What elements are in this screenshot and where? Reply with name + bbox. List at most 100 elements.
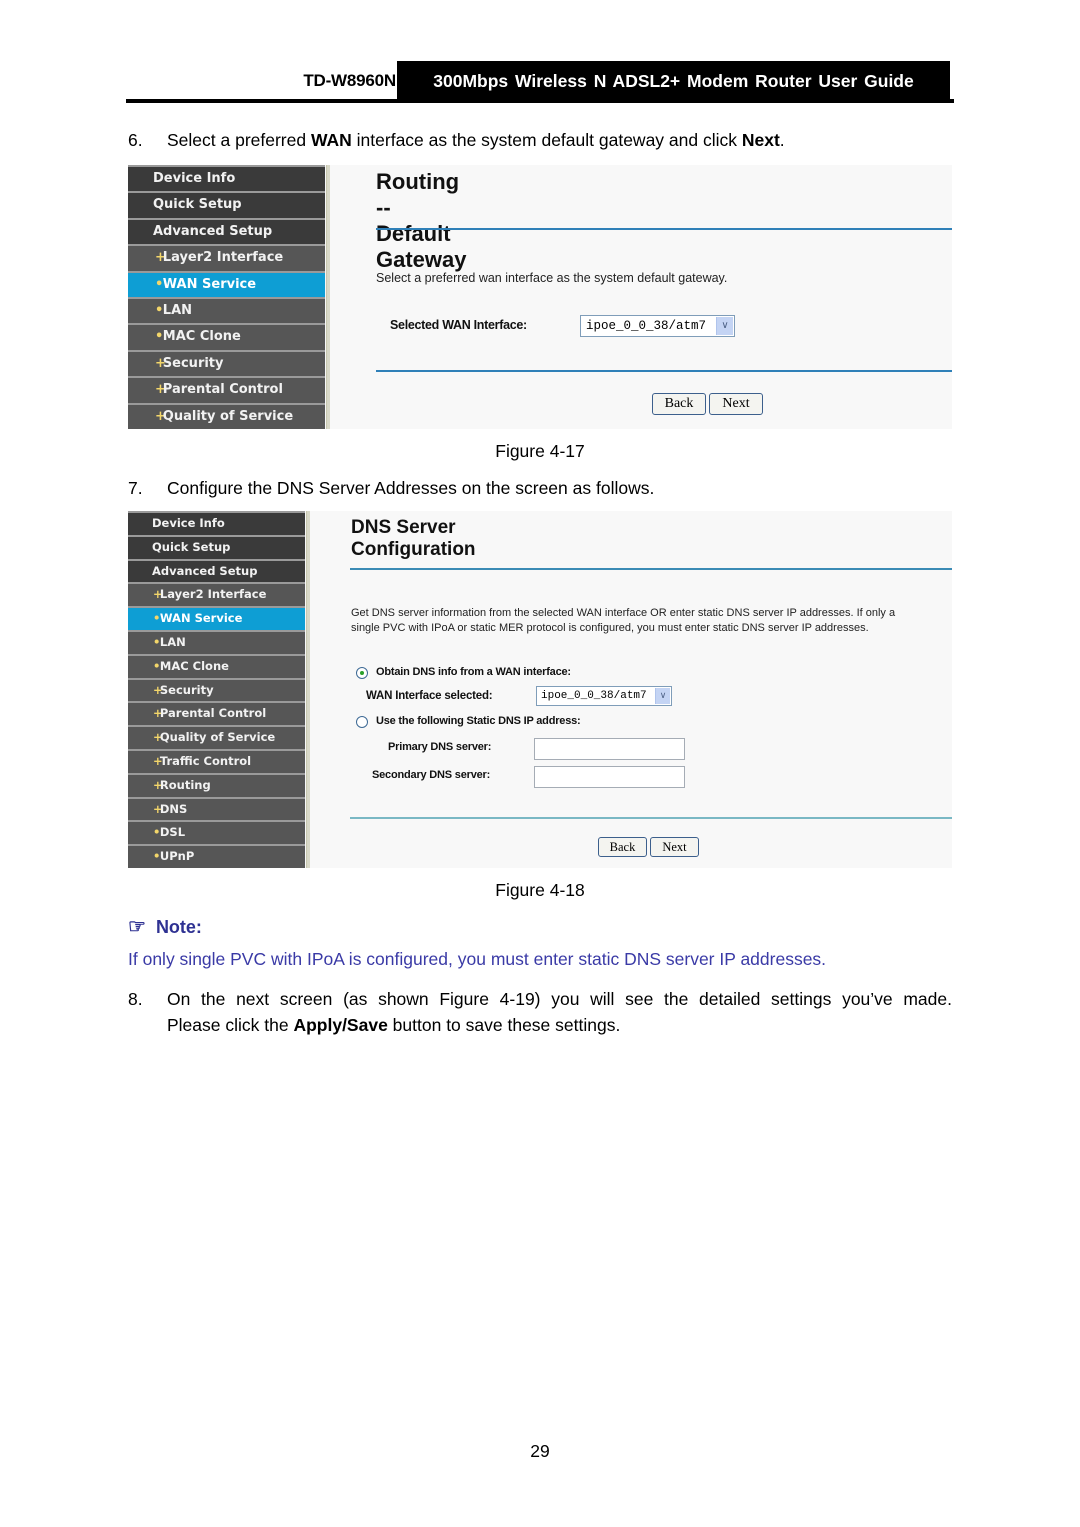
step-text: Select a preferred <box>167 130 311 150</box>
step-bold: WAN <box>310 130 352 150</box>
sidebar-item-dns[interactable]: +DNS <box>128 796 305 821</box>
obtain-dns-radio[interactable] <box>356 667 368 679</box>
plus-bullet-icon: + <box>153 801 163 816</box>
title-rule <box>376 228 952 230</box>
next-button[interactable]: Next <box>650 837 699 857</box>
note-text: If only single PVC with IPoA is configur… <box>128 949 827 969</box>
chevron-down-icon[interactable]: ∨ <box>655 688 670 704</box>
sidebar-item-label: WAN Service <box>159 611 243 626</box>
step-number: 8. <box>128 989 143 1009</box>
sidebar-item-mac-clone[interactable]: •MAC Clone <box>128 653 305 678</box>
figure-caption: Figure 4-17 <box>495 441 585 461</box>
sidebar-item-quality-of-service[interactable]: +Quality of Service <box>128 402 325 429</box>
sidebar-item-traffic-control[interactable]: +Traffic Control <box>128 749 305 773</box>
chevron-down-icon[interactable]: ∨ <box>716 317 733 335</box>
plus-bullet-icon: + <box>155 382 166 398</box>
step-text: button to save these settings. <box>387 1015 621 1035</box>
sidebar-item-label: Routing <box>159 777 211 792</box>
sidebar-item-routing[interactable]: +Routing <box>128 772 305 797</box>
sidebar-item-label: Layer2 Interface <box>162 250 284 266</box>
step-text: Configure the DNS Server Addresses on th… <box>167 478 655 498</box>
dot-bullet-icon: • <box>153 635 161 649</box>
sidebar-item-label: DNS <box>159 801 188 816</box>
dot-bullet-icon: • <box>153 825 161 840</box>
wan-interface-selected-label: WAN Interface selected: <box>366 690 493 702</box>
sidebar-item-parental-control[interactable]: +Parental Control <box>128 701 305 726</box>
wan-interface-select[interactable]: ipoe_0_0_38/atm7 ∨ <box>536 686 672 706</box>
select-value: ipoe_0_0_38/atm7 <box>586 319 707 333</box>
sidebar-item-label: WAN Service <box>162 276 257 292</box>
sidebar-item-label: Advanced Setup <box>153 223 273 239</box>
sidebar-item-advanced-setup[interactable]: Advanced Setup <box>128 558 305 583</box>
sidebar-item-device-info[interactable]: Device Info <box>128 511 305 535</box>
wan-interface-select[interactable]: ipoe_0_0_38/atm7 ∨ <box>580 315 735 337</box>
sidebar-item-label: Parental Control <box>159 706 267 721</box>
next-button[interactable]: Next <box>709 393 763 415</box>
sidebar-item-label: Layer2 Interface <box>159 587 267 602</box>
sidebar-item-upnp[interactable]: •UPnP <box>128 844 305 868</box>
plus-bullet-icon: + <box>155 250 166 266</box>
plus-bullet-icon: + <box>153 777 163 792</box>
secondary-dns-input[interactable] <box>534 766 685 788</box>
plus-bullet-icon: + <box>153 682 163 697</box>
figure-4-18-screenshot: Device Info Quick Setup Advanced Setup +Lay… <box>128 511 952 868</box>
wan-interface-label: Selected WAN Interface: <box>390 318 527 332</box>
form-rule <box>376 370 952 372</box>
sidebar-nav: Device Info Quick Setup Advanced Setup +Lay… <box>128 165 325 429</box>
sidebar-item-advanced-setup[interactable]: Advanced Setup <box>128 217 325 245</box>
sidebar-item-security[interactable]: +Security <box>128 677 305 702</box>
sidebar-item-label: Security <box>159 682 214 697</box>
header-model: TD-W8960N <box>303 71 396 90</box>
figure-4-17-screenshot: Device Info Quick Setup Advanced Setup +Lay… <box>128 165 952 429</box>
sidebar-item-quality-of-service[interactable]: +Quality of Service <box>128 725 305 749</box>
plus-bullet-icon: + <box>155 355 166 371</box>
step-7: 7. Configure the DNS Server Addresses on … <box>128 475 654 501</box>
sidebar-item-parental-control[interactable]: +Parental Control <box>128 376 325 403</box>
step-text: On the next screen (as shown Figure 4-19… <box>167 989 952 1009</box>
sidebar-item-layer2-interface[interactable]: +Layer2 Interface <box>128 244 325 271</box>
sidebar-nav: Device Info Quick Setup Advanced Setup +Lay… <box>128 511 305 868</box>
sidebar-item-lan[interactable]: •LAN <box>128 630 305 654</box>
sidebar-item-label: UPnP <box>159 849 195 864</box>
sidebar-item-quick-setup[interactable]: Quick Setup <box>128 191 325 218</box>
sidebar-item-label: DSL <box>159 825 186 840</box>
sidebar-item-label: LAN <box>159 635 186 649</box>
primary-dns-input[interactable] <box>534 738 685 760</box>
sidebar-item-mac-clone[interactable]: •MAC Clone <box>128 323 325 350</box>
sidebar-item-label: Traffic Control <box>159 754 252 768</box>
sidebar-border <box>306 511 310 868</box>
sidebar-item-device-info[interactable]: Device Info <box>128 165 325 192</box>
sidebar-item-security[interactable]: +Security <box>128 349 325 377</box>
sidebar-item-wan-service[interactable]: •WAN Service <box>128 606 305 630</box>
primary-dns-label: Primary DNS server: <box>388 741 492 753</box>
sidebar-item-wan-service[interactable]: •WAN Service <box>128 270 325 297</box>
static-dns-radio[interactable] <box>356 716 368 728</box>
plus-bullet-icon: + <box>153 754 163 768</box>
form-rule <box>350 817 952 819</box>
obtain-dns-label: Obtain DNS info from a WAN interface: <box>376 666 571 678</box>
sidebar-item-label: Device Info <box>152 516 225 530</box>
sidebar-item-label: Quick Setup <box>153 197 242 213</box>
figure-caption: Figure 4-18 <box>495 880 585 900</box>
page-title: DNS Server Configuration <box>351 517 476 560</box>
note-heading-text: Note: <box>155 917 202 937</box>
sidebar-item-label: MAC Clone <box>159 658 229 673</box>
sidebar-item-quick-setup[interactable]: Quick Setup <box>128 534 305 559</box>
back-button[interactable]: Back <box>652 393 706 415</box>
sidebar-item-label: LAN <box>162 303 193 318</box>
page-number: 29 <box>530 1441 550 1461</box>
sidebar-item-layer2-interface[interactable]: +Layer2 Interface <box>128 582 305 607</box>
sidebar-item-label: MAC Clone <box>162 329 241 345</box>
step-8: 8. On the next screen (as shown Figure 4-… <box>128 986 952 1038</box>
page-header: TD-W8960N 300Mbps Wireless N ADSL2+ Mode… <box>126 61 954 103</box>
step-bold: Next <box>741 130 780 150</box>
step-text: Please click the <box>167 1015 294 1035</box>
sidebar-border <box>326 165 330 429</box>
secondary-dns-label: Secondary DNS server: <box>372 769 491 781</box>
sidebar-item-lan[interactable]: •LAN <box>128 297 325 324</box>
sidebar-item-dsl[interactable]: •DSL <box>128 820 305 845</box>
plus-bullet-icon: + <box>155 408 166 424</box>
step-6: 6. Select a preferred WAN interface as th… <box>128 127 785 153</box>
back-button[interactable]: Back <box>598 837 647 857</box>
dot-bullet-icon: • <box>155 276 164 292</box>
